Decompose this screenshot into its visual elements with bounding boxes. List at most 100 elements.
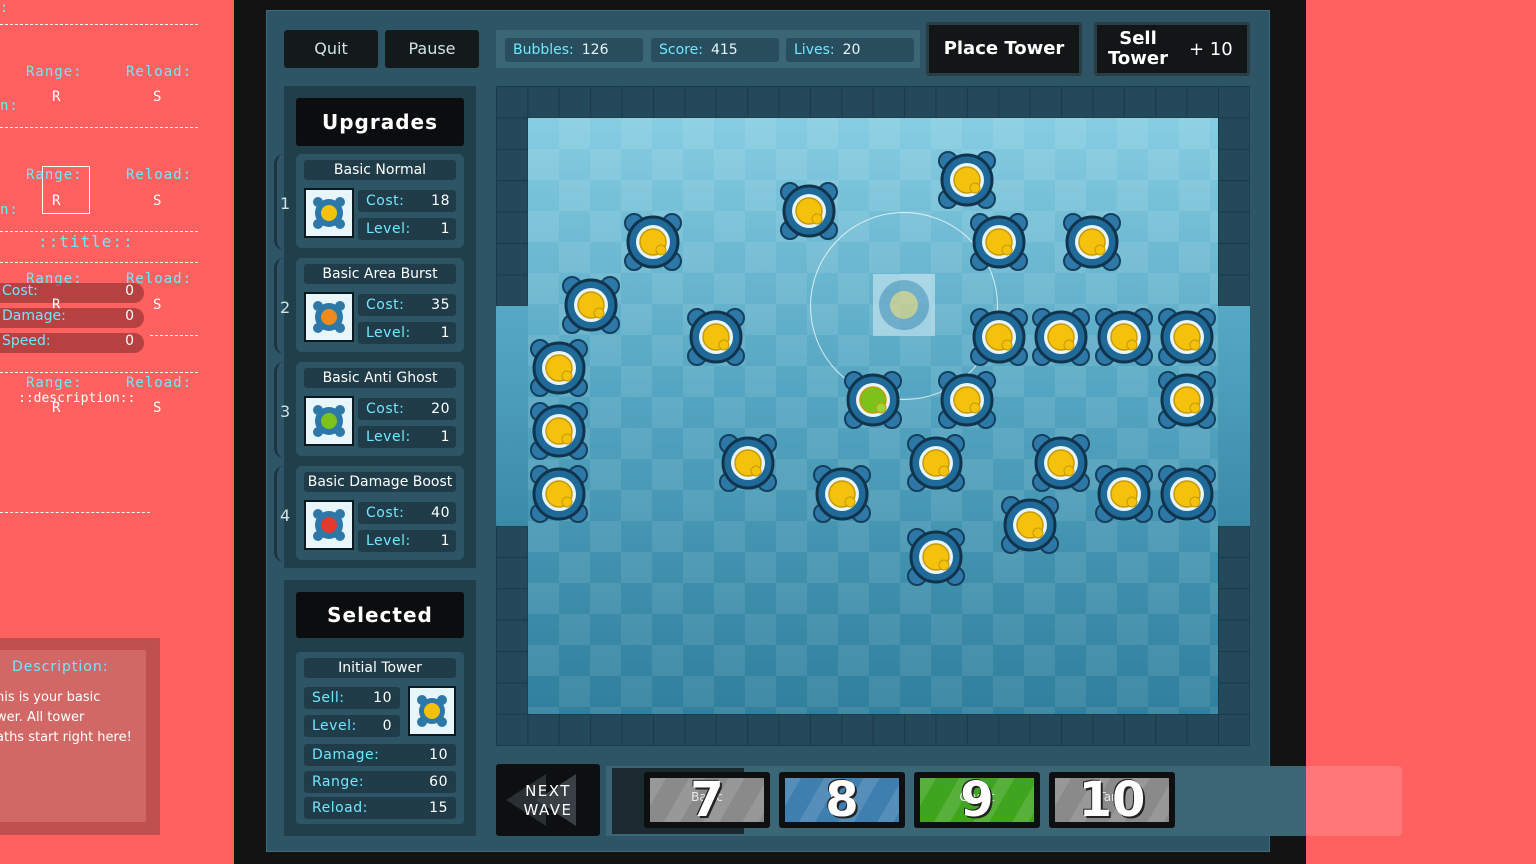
bubble-tower[interactable] bbox=[780, 182, 838, 240]
debug-fragment: : bbox=[0, 0, 10, 16]
debug-s: S bbox=[153, 400, 163, 416]
bubble-tower[interactable] bbox=[813, 465, 871, 523]
debug-range-label: Range: bbox=[26, 167, 83, 183]
debug-divider bbox=[0, 262, 198, 263]
quit-button[interactable]: Quit bbox=[284, 30, 378, 68]
debug-r: R bbox=[52, 193, 62, 209]
next-wave-label: NEXT WAVE bbox=[523, 782, 573, 819]
place-tower-button[interactable]: Place Tower bbox=[926, 22, 1082, 76]
bubble-tower[interactable] bbox=[1095, 465, 1153, 523]
upgrade-level-row: Level: 1 bbox=[358, 322, 456, 344]
debug-r: R bbox=[52, 89, 62, 105]
upgrade-cost-row: Cost: 18 bbox=[358, 190, 456, 212]
bubble-tower[interactable] bbox=[1158, 308, 1216, 366]
upgrade-card[interactable]: Basic Area Burst Cost: 35 Level: 1 bbox=[296, 258, 464, 352]
debug-s: S bbox=[153, 89, 163, 105]
bubble-tower[interactable] bbox=[1032, 434, 1090, 492]
debug-s: S bbox=[153, 193, 163, 209]
damage-boost-icon bbox=[304, 500, 354, 550]
upgrade-name: Basic Anti Ghost bbox=[304, 368, 456, 388]
selected-tower-icon bbox=[408, 686, 456, 736]
bubble-tower[interactable] bbox=[1001, 496, 1059, 554]
debug-r: R bbox=[52, 400, 62, 416]
bubble-tower[interactable] bbox=[624, 213, 682, 271]
upgrade-card[interactable]: Basic Damage Boost Cost: 40 Level: 1 bbox=[296, 466, 464, 560]
debug-reload-label: Reload: bbox=[126, 64, 193, 80]
upgrade-level-row: Level: 1 bbox=[358, 530, 456, 552]
pause-button[interactable]: Pause bbox=[385, 30, 479, 68]
debug-reload-label: Reload: bbox=[126, 375, 193, 391]
selected-title: Selected bbox=[296, 592, 464, 638]
upgrade-level-row: Level: 1 bbox=[358, 218, 456, 240]
selected-reload-row: Reload: 15 bbox=[304, 797, 456, 819]
debug-damage-row: Damage: 0 bbox=[0, 308, 144, 328]
debug-speed-row: Speed: 0 bbox=[0, 333, 144, 353]
selected-tower-name: Initial Tower bbox=[304, 658, 456, 678]
upgrades-title: Upgrades bbox=[296, 98, 464, 146]
debug-cost-row: Cost: 0 bbox=[0, 283, 144, 303]
upgrade-number: 2 bbox=[280, 298, 291, 317]
debug-divider bbox=[0, 127, 198, 128]
bubble-tower[interactable] bbox=[844, 371, 902, 429]
placement-preview-tower bbox=[873, 274, 935, 336]
description-text: his is your basic wer. All tower aths st… bbox=[0, 690, 132, 745]
bubble-tower[interactable] bbox=[938, 371, 996, 429]
bubble-tower[interactable] bbox=[1158, 465, 1216, 523]
debug-title-placeholder: ::title:: bbox=[38, 232, 134, 251]
bubble-tower[interactable] bbox=[970, 213, 1028, 271]
lives-stat: Lives: 20 bbox=[786, 38, 914, 62]
bubble-tower[interactable] bbox=[1032, 308, 1090, 366]
score-stat: Score: 415 bbox=[651, 38, 779, 62]
bubble-tower[interactable] bbox=[687, 308, 745, 366]
bubble-tower[interactable] bbox=[907, 434, 965, 492]
debug-range-label: Range: bbox=[26, 375, 83, 391]
wave-number: 8 bbox=[825, 772, 859, 828]
selected-level-row: Level: 0 bbox=[304, 715, 400, 737]
wave-slot-empty bbox=[1306, 766, 1402, 836]
upgrade-name: Basic Damage Boost bbox=[304, 472, 456, 492]
description-title: Description: bbox=[12, 659, 109, 675]
debug-divider bbox=[150, 335, 198, 336]
upgrade-card[interactable]: Basic Anti Ghost Cost: 20 Level: 1 bbox=[296, 362, 464, 456]
debug-range-label: Range: bbox=[26, 64, 83, 80]
debug-fragment: n: bbox=[0, 98, 19, 114]
sell-tower-button[interactable]: Sell Tower + 10 bbox=[1094, 22, 1250, 76]
upgrade-number: 3 bbox=[280, 402, 291, 421]
debug-description-placeholder: ::description:: bbox=[18, 391, 136, 406]
upgrade-number: 1 bbox=[280, 194, 291, 213]
upgrade-cost-row: Cost: 40 bbox=[358, 502, 456, 524]
sell-tower-label: Sell Tower bbox=[1108, 28, 1168, 69]
selected-sell-row: Sell: 10 bbox=[304, 687, 400, 709]
game-board[interactable] bbox=[496, 86, 1250, 746]
wave-number: 10 bbox=[1078, 772, 1146, 828]
bubble-tower[interactable] bbox=[1158, 371, 1216, 429]
bubble-tower[interactable] bbox=[1063, 213, 1121, 271]
bubble-tower[interactable] bbox=[530, 465, 588, 523]
anti-ghost-icon bbox=[304, 396, 354, 446]
upgrade-name: Basic Area Burst bbox=[304, 264, 456, 284]
bubble-tower[interactable] bbox=[907, 528, 965, 586]
upgrade-cost-row: Cost: 35 bbox=[358, 294, 456, 316]
basic-normal-icon bbox=[304, 188, 354, 238]
upgrade-cost-row: Cost: 20 bbox=[358, 398, 456, 420]
bubble-tower[interactable] bbox=[530, 402, 588, 460]
debug-divider bbox=[0, 512, 150, 513]
upgrade-card[interactable]: Basic Normal Cost: 18 Level: 1 bbox=[296, 154, 464, 248]
bubble-tower[interactable] bbox=[970, 308, 1028, 366]
sell-tower-value: + 10 bbox=[1189, 39, 1233, 60]
debug-divider bbox=[0, 24, 198, 25]
wave-number: 7 bbox=[690, 772, 724, 828]
bubble-tower[interactable] bbox=[719, 434, 777, 492]
debug-divider bbox=[0, 372, 198, 373]
bubble-tower[interactable] bbox=[938, 151, 996, 209]
area-burst-icon bbox=[304, 292, 354, 342]
upgrade-name: Basic Normal bbox=[304, 160, 456, 180]
bubbles-stat: Bubbles: 126 bbox=[505, 38, 643, 62]
bubble-tower[interactable] bbox=[562, 276, 620, 334]
bubble-tower[interactable] bbox=[530, 339, 588, 397]
debug-reload-label: Reload: bbox=[126, 167, 193, 183]
selected-damage-row: Damage: 10 bbox=[304, 744, 456, 766]
selected-range-row: Range: 60 bbox=[304, 771, 456, 793]
bubble-tower[interactable] bbox=[1095, 308, 1153, 366]
debug-fragment: n: bbox=[0, 202, 19, 218]
